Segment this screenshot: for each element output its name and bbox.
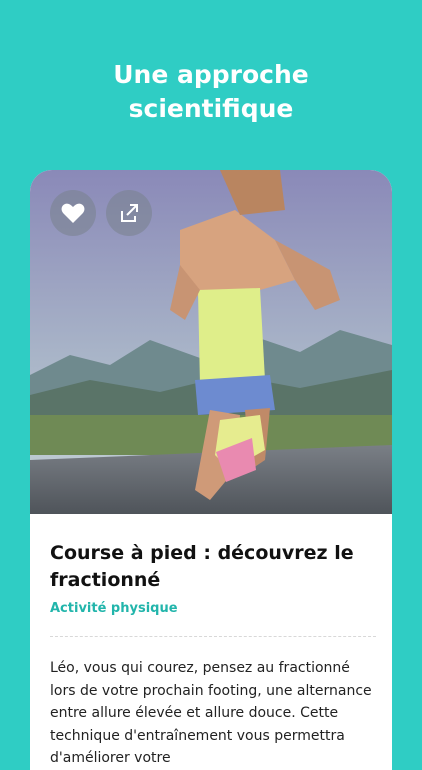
article-card[interactable]: Course à pied : découvrez le fractionné …: [30, 170, 392, 770]
divider: [50, 636, 376, 637]
headline-line-1: Une approche: [113, 60, 309, 89]
share-button[interactable]: [106, 190, 152, 236]
like-button[interactable]: [50, 190, 96, 236]
article-excerpt: Léo, vous qui courez, pensez au fraction…: [50, 660, 372, 766]
article-category[interactable]: Activité physique: [50, 601, 376, 616]
heart-icon: [61, 203, 85, 223]
page-headline: Une approche scientifique: [0, 58, 422, 126]
headline-line-2: scientifique: [128, 94, 294, 123]
article-title[interactable]: Course à pied : découvrez le fractionné: [50, 540, 376, 594]
article-content: Course à pied : découvrez le fractionné …: [50, 540, 376, 770]
article-image[interactable]: [30, 170, 392, 514]
share-icon: [121, 204, 138, 222]
